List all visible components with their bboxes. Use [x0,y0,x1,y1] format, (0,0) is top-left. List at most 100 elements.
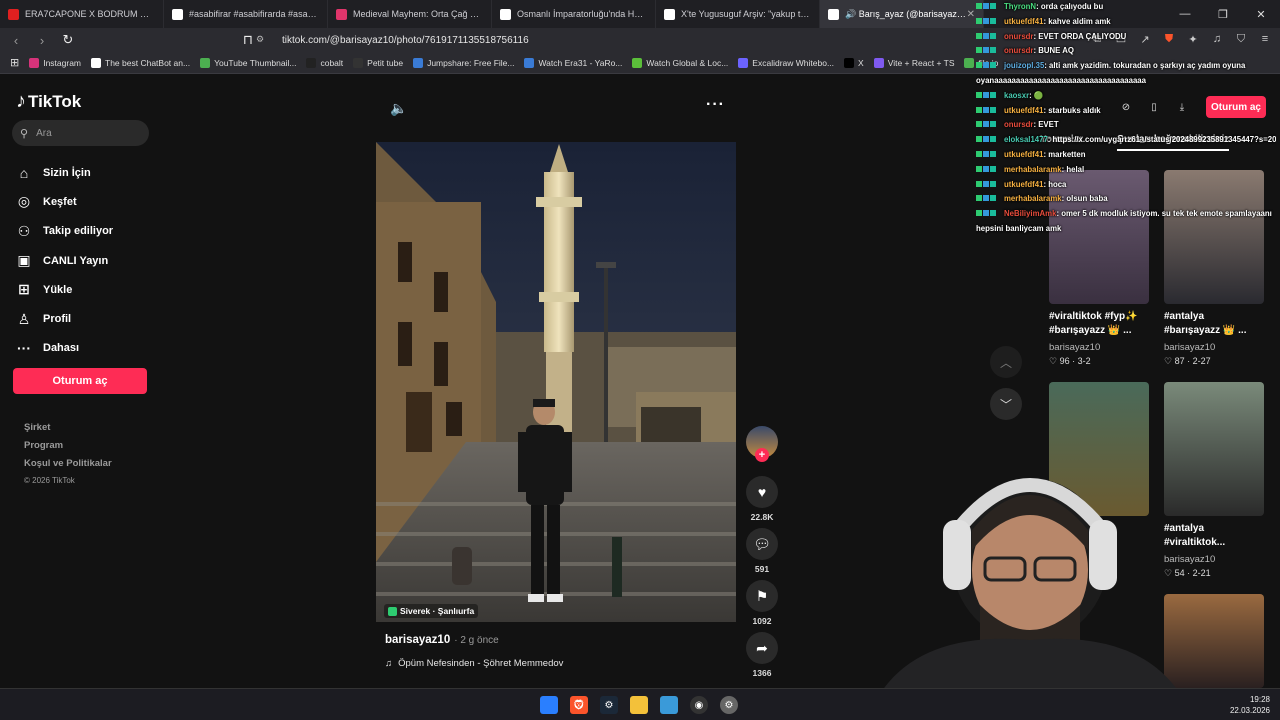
tab-title: ERA7CAPONE X BODRUM BLOCK (p [25,9,155,19]
obs-icon[interactable]: ◉ [690,696,708,714]
caption-line: #viraltiktok #fyp✨ [1049,311,1138,322]
browser-tab[interactable]: ERA7CAPONE X BODRUM BLOCK (p [0,0,164,28]
browser-tab[interactable]: Medieval Mayhem: Orta Çağ Savaşlar [328,0,492,28]
post-photo[interactable]: Siverek · Şanlıurfa [376,142,736,622]
bookmark-item[interactable]: X [844,57,864,68]
sidebar-nav: ⌂ Sizin İçin ◎ Keşfet ⚇ Takip ediliyor ▣ CANLI … [16,158,113,363]
sidebar-item-more[interactable]: ··· Dahası [16,334,113,363]
volume-icon[interactable]: 🔈 [390,100,407,117]
bookmark-item[interactable]: The best ChatBot an... [91,57,190,68]
bookmark-item[interactable]: cobalt [306,57,343,68]
tiktok-logo[interactable]: ♪ TikTok [16,90,81,113]
heart-outline-icon: ♡ [1049,356,1058,366]
bookmark-label: Petit tube [367,57,404,68]
bookmark-item[interactable]: Watch Global & Loc... [632,57,728,68]
reload-icon[interactable]: ↻ [58,30,78,50]
heart-icon: ♥ [746,476,778,508]
sidebar-item-label: Takip ediliyor [43,225,114,238]
home-icon: ⌂ [19,164,29,181]
location-text: Siverek · Şanlıurfa [400,606,475,616]
site-info-icon[interactable]: ⚙ [256,34,268,46]
video-caption-2[interactable]: #antalya #barışayazz 👑 ... [1164,310,1268,338]
tab-close-icon[interactable]: ✕ [967,9,975,20]
browser-tab[interactable]: X'te Yugusuguf Arşiv: "yakup tv date [656,0,820,28]
browser-tab[interactable]: Osmanlı İmparatorluğu'nda Harem M [492,0,656,28]
save-button[interactable]: ⚑ 1092 [746,580,778,626]
bookmark-save-icon: ⚑ [746,580,778,612]
comment-button[interactable]: 💬︎ 591 [746,528,778,574]
bookmark-favicon-icon [200,57,211,68]
chat-username: jouizopl.35 [1004,61,1045,71]
system-clock[interactable]: 19:28 22.03.2026 [1230,694,1270,716]
footer-link-company[interactable]: Şirket [24,422,112,440]
share-button[interactable]: ➦ 1366 [746,632,778,678]
login-button-sidebar[interactable]: Oturum aç [13,368,147,394]
video-user-2[interactable]: barisayaz10 [1164,342,1215,353]
search-input[interactable]: ⚲ Ara [12,120,149,146]
sidebar-item-following[interactable]: ⚇ Takip ediliyor [16,217,113,246]
location-pin-icon [388,606,397,616]
footer-link-terms[interactable]: Koşul ve Politikalar [24,458,112,476]
bookmark-item[interactable]: YouTube Thumbnail... [200,57,296,68]
follow-plus-icon[interactable]: + [755,448,769,462]
bookmark-item[interactable]: Jumpshare: Free File... [413,57,515,68]
bookmark-item[interactable]: Vite + React + TS [873,57,954,68]
sidebar-item-profile[interactable]: ♙ Profil [16,304,113,333]
browser-tab[interactable]: #asabifirar #asabifirarda #asabiguve [164,0,328,28]
video-stats-2: ♡ 87 · 2-27 [1164,356,1211,366]
search-placeholder: Ara [36,127,52,139]
sidebar-item-home[interactable]: ⌂ Sizin İçin [16,158,113,187]
back-icon[interactable]: ‹ [6,30,26,50]
brave-browser-icon[interactable]: 🦁︎ [570,696,588,714]
chat-username: onursdr [1004,46,1034,56]
bookmark-favicon-icon [524,57,535,68]
footer-link-program[interactable]: Program [24,440,112,458]
forward-icon[interactable]: › [32,30,52,50]
browser-tab[interactable]: 🔊 Barış_ayaz (@barisayaz10) adl✕ [820,0,984,28]
chat-message: utkuefdf41: kahve aldim amk [976,15,1276,30]
bookmark-label: Jumpshare: Free File... [427,57,515,68]
following-icon: ⚇ [17,222,31,239]
chat-username: merhabalaramk [1004,164,1062,174]
tab-favicon-icon [664,8,675,20]
bookmark-item[interactable]: Excalidraw Whitebo... [738,57,834,68]
location-tag[interactable]: Siverek · Şanlıurfa [384,604,479,618]
steam-icon[interactable]: ⚙ [600,696,618,714]
chat-text: : EVET [1033,120,1059,130]
author-name[interactable]: barisayaz10 [385,634,450,646]
settings-icon[interactable]: ⚙ [720,696,738,714]
tab-title: Osmanlı İmparatorluğu'nda Harem M [517,9,647,19]
chat-message: utkuefdf41: starbuks aldık [976,104,1276,119]
video-user-1[interactable]: barisayaz10 [1049,342,1100,353]
explore-icon: ◎ [17,193,31,210]
more-options-icon[interactable]: ··· [706,96,725,114]
mail-icon[interactable] [660,696,678,714]
chat-text: : alti amk yazidim. tokuradan o şarkıyı … [1044,61,1246,71]
chat-message: NeBiliyimAmk: omer 5 dk modluk istiyom. … [976,207,1276,222]
url-field[interactable]: ⚙ tiktok.com/@barisayaz10/photo/76191711… [256,31,976,49]
video-caption-1[interactable]: #viraltiktok #fyp✨ #barışayazz 👑 ... [1049,310,1153,338]
bookmark-item[interactable]: Instagram [29,57,81,68]
like-count: 22.8K [750,512,774,522]
post-author[interactable]: barisayaz10 · 2 g önce [385,634,499,646]
bookmark-icon[interactable]: ⊓ [238,30,258,50]
sidebar-item-live[interactable]: ▣ CANLI Yayın [16,246,113,275]
clock-date: 22.03.2026 [1229,706,1270,715]
bookmark-favicon-icon [91,57,102,68]
video-likes: 96 [1059,356,1070,366]
file-explorer-icon[interactable] [630,696,648,714]
chat-badges-icon [976,30,1004,45]
bookmark-item[interactable]: Watch Era31 - YaRo... [524,57,622,68]
apps-icon[interactable]: ⊞ [10,56,19,69]
prev-video-button[interactable]: ︿ [990,346,1022,378]
windows-taskbar: 🦁︎ ⚙ ◉ ⚙ 19:28 22.03.2026 [0,688,1280,720]
chat-message: hepsini banliycam amk [976,222,1276,237]
windows-start-icon[interactable] [540,696,558,714]
like-button[interactable]: ♥ 22.8K [746,476,778,522]
sidebar-item-upload[interactable]: ⊞ Yükle [16,275,113,304]
next-video-button[interactable]: ﹀ [990,388,1022,420]
music-track[interactable]: ♫ Öpüm Nefesinden - Şöhret Memmedov [385,658,563,669]
chat-message: merhabalaramk: olsun baba [976,192,1276,207]
bookmark-item[interactable]: Petit tube [353,57,404,68]
sidebar-item-explore[interactable]: ◎ Keşfet [16,187,113,216]
